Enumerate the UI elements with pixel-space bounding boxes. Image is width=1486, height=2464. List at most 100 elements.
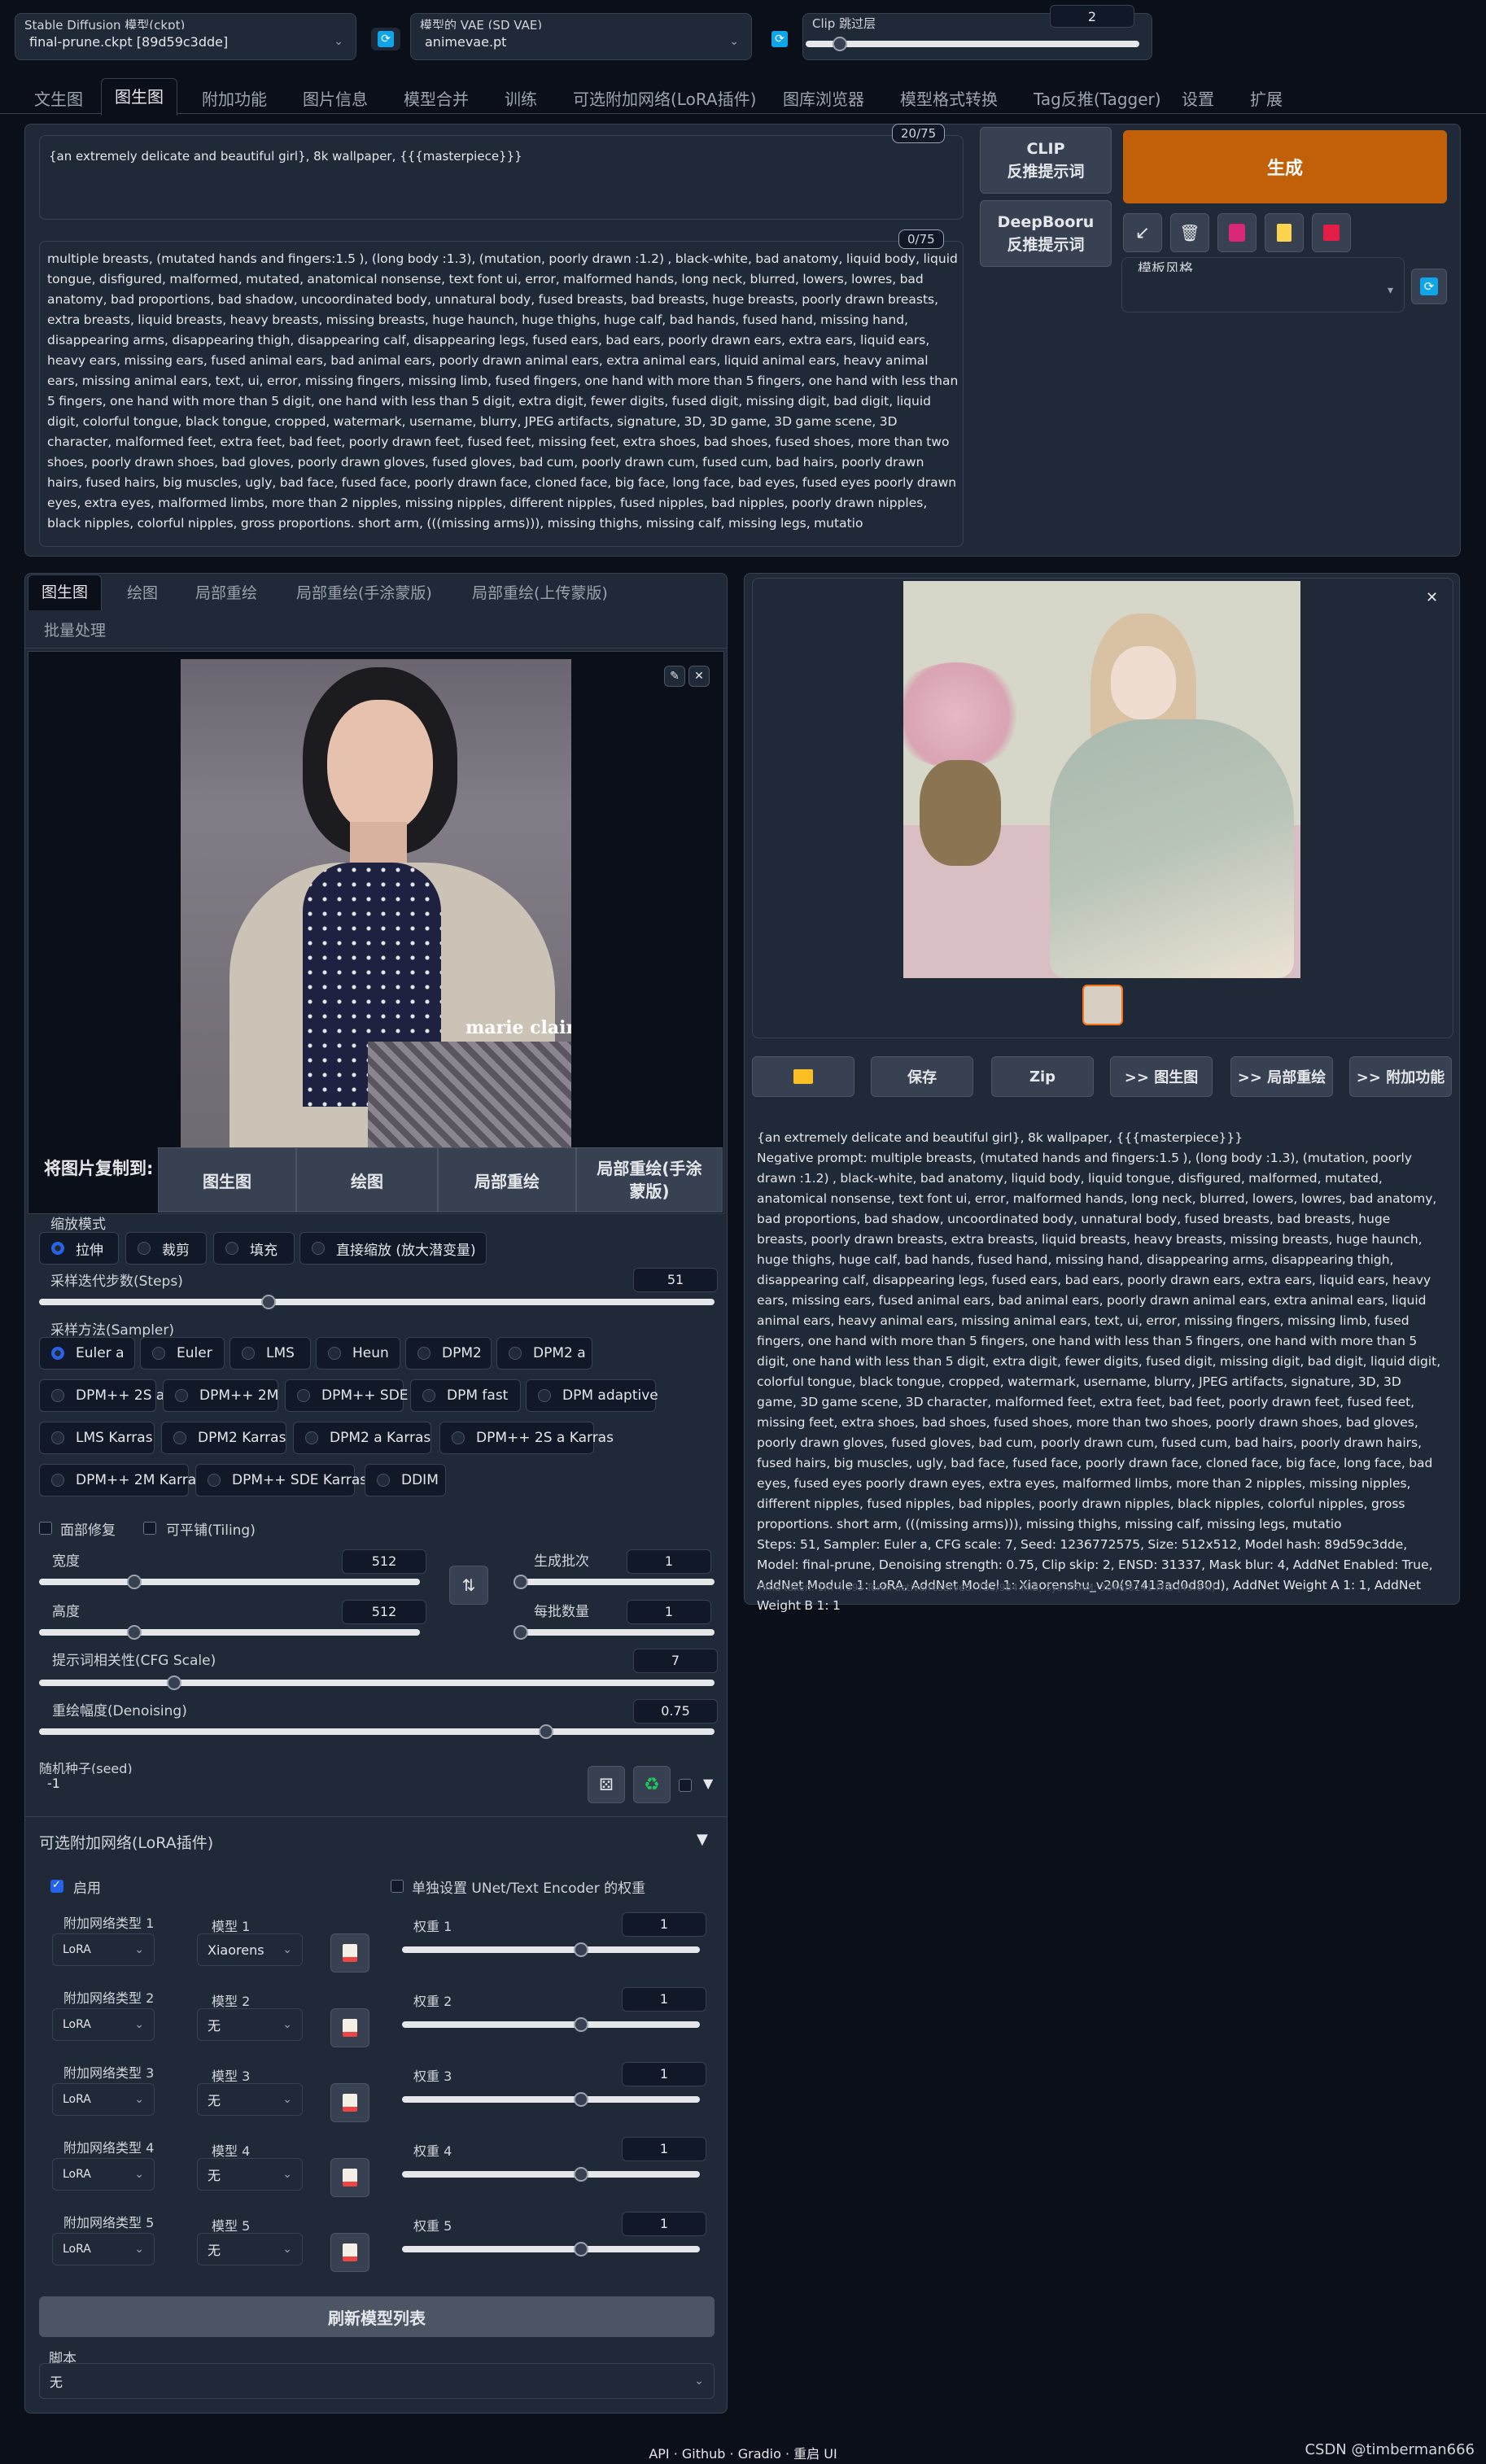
sampler-dpm2-a-karras[interactable]: DPM2 a Karras	[293, 1422, 431, 1454]
tab-convert[interactable]: 模型格式转换	[900, 86, 998, 110]
network-type-select[interactable]: LoRA ⌄	[52, 2158, 155, 2191]
sampler-heun[interactable]: Heun	[316, 1337, 400, 1370]
weight-input[interactable]: 1	[622, 1987, 706, 2012]
sampler-dpm2[interactable]: DPM2	[405, 1337, 492, 1370]
copy-to-inpaint-sketch-button[interactable]: 局部重绘(手涂 蒙版)	[576, 1147, 723, 1212]
seed-input[interactable]: -1	[39, 1774, 581, 1800]
denoise-input[interactable]: 0.75	[633, 1699, 718, 1723]
width-slider[interactable]	[39, 1575, 420, 1589]
refresh-styles-button[interactable]: ⟳	[1411, 269, 1447, 304]
network-type-select[interactable]: LoRA ⌄	[52, 2083, 155, 2116]
network-type-select[interactable]: LoRA ⌄	[52, 1933, 155, 1966]
slider-handle[interactable]	[573, 2092, 588, 2107]
lora-collapse-icon[interactable]: ▼	[697, 1831, 708, 1848]
edit-image-button[interactable]: ✎	[664, 666, 685, 687]
slider-handle[interactable]	[573, 1942, 588, 1957]
clip-skip-value[interactable]: 2	[1050, 5, 1134, 28]
deepbooru-interrogate-button[interactable]: DeepBooru 反推提示词	[980, 200, 1112, 267]
height-slider[interactable]	[39, 1625, 420, 1640]
sampler-dpm-adaptive[interactable]: DPM adaptive	[526, 1379, 658, 1412]
resize-latent-radio[interactable]: 直接缩放 (放大潜变量)	[299, 1232, 487, 1265]
sampler-euler[interactable]: Euler	[140, 1337, 225, 1370]
slider-handle[interactable]	[573, 2242, 588, 2256]
model-select[interactable]: 无 ⌄	[197, 2158, 303, 2191]
model-info-button[interactable]	[330, 1933, 369, 1973]
model-info-button[interactable]	[330, 2008, 369, 2047]
resize-fill-radio[interactable]: 填充	[213, 1232, 295, 1265]
cfg-input[interactable]: 7	[633, 1649, 718, 1673]
tab-train[interactable]: 训练	[505, 86, 537, 110]
sampler-ddim[interactable]: DDIM	[365, 1464, 446, 1496]
random-seed-button[interactable]: ⚄	[588, 1766, 625, 1803]
output-close-icon[interactable]: ✕	[1426, 589, 1438, 606]
open-folder-button[interactable]	[752, 1056, 854, 1097]
slider-handle[interactable]	[538, 1724, 553, 1739]
zip-button[interactable]: Zip	[991, 1056, 1094, 1097]
sampler-dpmpp-2m-karras[interactable]: DPM++ 2M Karras	[39, 1464, 203, 1496]
slider-handle[interactable]	[167, 1675, 181, 1690]
clear-prompt-button[interactable]: 🗑	[1170, 213, 1209, 252]
sampler-lms[interactable]: LMS	[229, 1337, 311, 1370]
tab-gallery[interactable]: 图库浏览器	[783, 86, 864, 110]
steps-input[interactable]: 51	[633, 1268, 718, 1292]
tab-extras[interactable]: 附加功能	[202, 86, 267, 110]
refresh-ckpt-button[interactable]: ⟳	[371, 28, 400, 50]
send-to-extras-button[interactable]: >> 附加功能	[1349, 1056, 1452, 1097]
batch-size-input[interactable]: 1	[627, 1600, 711, 1624]
subtab-inpaint-sketch[interactable]: 局部重绘(手涂蒙版)	[296, 581, 432, 603]
tab-merge[interactable]: 模型合并	[404, 86, 469, 110]
reuse-seed-button[interactable]: ♻	[633, 1766, 671, 1803]
output-image[interactable]	[903, 581, 1300, 978]
subtab-sketch[interactable]: 绘图	[127, 581, 158, 603]
copy-to-img2img-button[interactable]: 图生图	[158, 1147, 296, 1212]
sampler-dpmpp-sde[interactable]: DPM++ SDE	[285, 1379, 409, 1412]
resize-stretch-radio[interactable]: 拉伸	[39, 1232, 119, 1265]
model-select[interactable]: Xiaorens ⌄	[197, 1933, 303, 1966]
clip-skip-slider[interactable]	[806, 37, 1139, 51]
save-style-button[interactable]	[1312, 213, 1351, 252]
save-button[interactable]: 保存	[871, 1056, 973, 1097]
model-info-button[interactable]	[330, 2233, 369, 2272]
tab-img2img[interactable]: 图生图	[101, 78, 177, 116]
weight-slider[interactable]	[402, 2017, 700, 2032]
width-input[interactable]: 512	[342, 1549, 426, 1574]
weight-slider[interactable]	[402, 2167, 700, 2182]
read-params-button[interactable]: ↙	[1123, 213, 1162, 252]
extra-networks-button[interactable]	[1217, 213, 1257, 252]
weight-slider[interactable]	[402, 2242, 700, 2256]
clip-interrogate-button[interactable]: CLIP 反推提示词	[980, 127, 1112, 194]
sampler-lms-karras[interactable]: LMS Karras	[39, 1422, 155, 1454]
height-input[interactable]: 512	[342, 1600, 426, 1624]
model-select[interactable]: 无 ⌄	[197, 2233, 303, 2265]
subtab-inpaint[interactable]: 局部重绘	[195, 581, 257, 603]
swap-dimensions-button[interactable]: ⇅	[449, 1566, 488, 1605]
generate-button[interactable]: 生成	[1123, 130, 1447, 203]
weight-input[interactable]: 1	[622, 2212, 706, 2236]
model-info-button[interactable]	[330, 2083, 369, 2122]
copy-to-inpaint-button[interactable]: 局部重绘	[438, 1147, 576, 1212]
sampler-dpmpp-2m[interactable]: DPM++ 2M	[163, 1379, 278, 1412]
slider-handle[interactable]	[127, 1625, 142, 1640]
sampler-dpmpp-2s-a-karras[interactable]: DPM++ 2S a Karras	[439, 1422, 614, 1454]
extra-seed-toggle-icon[interactable]: ▼	[703, 1776, 713, 1791]
ckpt-select[interactable]: final-prune.ckpt [89d59c3dde] ⌄	[20, 29, 353, 54]
model-info-button[interactable]	[330, 2158, 369, 2197]
send-to-inpaint-button[interactable]: >> 局部重绘	[1230, 1056, 1333, 1097]
apply-style-button[interactable]	[1265, 213, 1304, 252]
slider-handle[interactable]	[573, 2167, 588, 2182]
steps-slider[interactable]	[39, 1295, 715, 1309]
model-select[interactable]: 无 ⌄	[197, 2083, 303, 2116]
subtab-img2img[interactable]: 图生图	[28, 574, 103, 610]
sampler-euler-a[interactable]: Euler a	[39, 1337, 135, 1370]
slider-handle[interactable]	[514, 1575, 528, 1589]
style-select[interactable]: ▾	[1123, 272, 1403, 309]
weight-slider[interactable]	[402, 1942, 700, 1957]
sampler-dpm2-karras[interactable]: DPM2 Karras	[161, 1422, 286, 1454]
tab-settings[interactable]: 设置	[1182, 86, 1214, 110]
weight-input[interactable]: 1	[622, 2062, 706, 2086]
weight-input[interactable]: 1	[622, 1912, 706, 1937]
tab-tagger[interactable]: Tag反推(Tagger)	[1034, 86, 1161, 110]
resize-crop-radio[interactable]: 裁剪	[125, 1232, 207, 1265]
subtab-inpaint-upload[interactable]: 局部重绘(上传蒙版)	[472, 581, 608, 603]
slider-handle[interactable]	[573, 2017, 588, 2032]
